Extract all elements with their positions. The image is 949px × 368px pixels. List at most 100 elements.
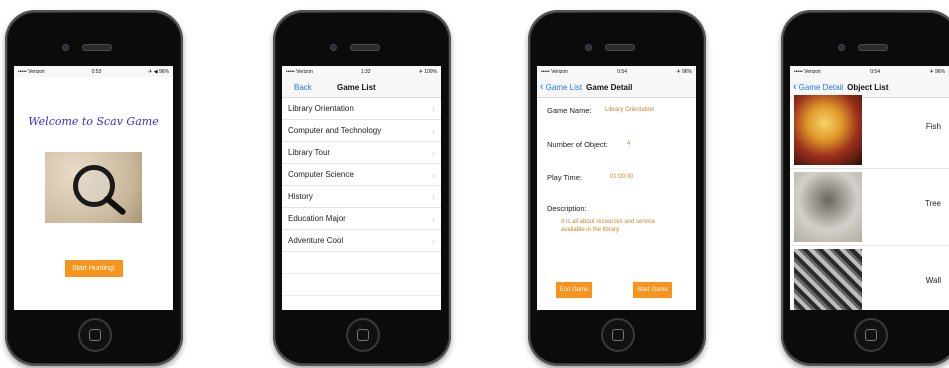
game-name-label: Game Name: xyxy=(547,106,592,115)
object-row-tree[interactable]: Tree xyxy=(790,169,949,246)
battery-label: ✈ 96% xyxy=(929,68,945,75)
earpiece-speaker xyxy=(82,44,112,51)
game-label: Computer and Technology xyxy=(288,126,382,135)
game-label: Adventure Cool xyxy=(288,236,344,245)
chevron-right-icon: › xyxy=(432,213,435,224)
carrier-label: ••••• Verizon xyxy=(794,68,821,75)
back-button[interactable]: Back xyxy=(282,83,312,92)
clock-label: 0:54 xyxy=(617,68,627,75)
game-row[interactable]: Computer and Technology › xyxy=(282,120,441,142)
earpiece-speaker xyxy=(858,44,888,51)
back-label: Game Detail xyxy=(798,82,844,92)
earpiece-speaker xyxy=(605,44,635,51)
description-value: It is all about resources and service av… xyxy=(561,219,656,233)
home-square-icon xyxy=(865,329,877,341)
chevron-left-icon: ‹ xyxy=(540,80,544,93)
description-label: Description: xyxy=(547,204,587,213)
game-list-screen: ••••• Verizon 1:32 ✈ 100% Back Game List… xyxy=(282,66,441,310)
front-camera xyxy=(330,44,337,51)
chevron-right-icon: › xyxy=(432,169,435,180)
start-hunting-button[interactable]: Start Hunting! xyxy=(64,260,123,277)
game-label: Library Tour xyxy=(288,148,331,157)
home-button[interactable] xyxy=(78,318,112,352)
home-button[interactable] xyxy=(346,318,380,352)
carrier-label: ••••• Verizon xyxy=(541,68,568,75)
game-label: Computer Science xyxy=(288,170,354,179)
chevron-right-icon: › xyxy=(432,103,435,114)
back-button[interactable]: ‹ Game List xyxy=(537,80,583,93)
game-label: History xyxy=(288,192,313,201)
carrier-label: ••••• Verizon xyxy=(18,68,45,75)
phone-object-list: ••••• Verizon 0:54 ✈ 96% ‹ Game Detail Ob… xyxy=(781,10,949,366)
status-bar: ••••• Verizon 0:53 ✈ ◀ 96% xyxy=(14,66,173,77)
object-row-wall[interactable]: Wall xyxy=(790,246,949,310)
clock-label: 1:32 xyxy=(360,68,371,75)
empty-row xyxy=(282,296,441,310)
object-count-value: 4 xyxy=(627,141,631,147)
home-button[interactable] xyxy=(601,318,635,352)
start-game-button[interactable]: Start Game xyxy=(633,282,672,298)
phone-game-detail: ••••• Verizon 0:54 ✈ 96% ‹ Game List Game… xyxy=(528,10,706,366)
game-list: Library Orientation › Computer and Techno… xyxy=(282,98,441,310)
object-label: Fish xyxy=(925,122,941,131)
back-button[interactable]: ‹ Game Detail xyxy=(790,80,844,93)
fish-photo xyxy=(794,95,862,165)
home-square-icon xyxy=(89,329,101,341)
front-camera xyxy=(838,44,845,51)
object-list-screen: ••••• Verizon 0:54 ✈ 96% ‹ Game Detail Ob… xyxy=(790,66,949,310)
game-row[interactable]: Computer Science › xyxy=(282,164,441,186)
game-row[interactable]: Library Tour › xyxy=(282,142,441,164)
clock-label: 0:53 xyxy=(91,68,102,75)
play-time-value: 01:00:00 xyxy=(610,174,634,180)
carrier-label: ••••• Verizon xyxy=(286,68,313,75)
chevron-right-icon: › xyxy=(432,235,435,246)
nav-title: Game Detail xyxy=(586,82,633,92)
game-row[interactable]: Education Major › xyxy=(282,208,441,230)
front-camera xyxy=(62,44,69,51)
game-row[interactable]: Library Orientation › xyxy=(282,98,441,120)
welcome-screen: ••••• Verizon 0:53 ✈ ◀ 96% Welcome to Sc… xyxy=(14,66,173,310)
play-time-label: Play Time: xyxy=(547,173,583,182)
earpiece-speaker xyxy=(350,44,380,51)
home-square-icon xyxy=(357,329,369,341)
game-name-value: Library Orientation xyxy=(605,107,655,113)
object-row-fish[interactable]: Fish xyxy=(790,92,949,169)
battery-label: ✈ 96% xyxy=(676,68,692,75)
nav-title: Object List xyxy=(847,82,889,92)
wall-photo xyxy=(794,249,862,310)
battery-label: ✈ ◀ 96% xyxy=(148,68,169,75)
chevron-right-icon: › xyxy=(432,147,435,158)
chevron-left-icon: ‹ xyxy=(793,80,797,93)
object-list: Fish Tree Wall xyxy=(790,92,949,310)
magnifier-handle xyxy=(103,194,127,217)
battery-label: ✈ 100% xyxy=(418,68,437,75)
status-bar: ••••• Verizon 1:32 ✈ 100% xyxy=(282,66,441,77)
empty-row xyxy=(282,274,441,296)
back-label: Game List xyxy=(545,82,583,92)
object-label: Wall xyxy=(925,276,941,285)
game-detail-screen: ••••• Verizon 0:54 ✈ 96% ‹ Game List Game… xyxy=(537,66,696,310)
game-label: Library Orientation xyxy=(288,104,354,113)
navigation-bar: Back Game List xyxy=(282,77,441,98)
status-bar: ••••• Verizon 0:54 ✈ 96% xyxy=(537,66,696,77)
game-row[interactable]: Adventure Cool › xyxy=(282,230,441,252)
empty-row xyxy=(282,252,441,274)
status-bar: ••••• Verizon 0:54 ✈ 96% xyxy=(790,66,949,77)
object-label: Tree xyxy=(924,199,941,208)
magnifying-glass-image xyxy=(45,152,142,223)
home-square-icon xyxy=(612,329,624,341)
front-camera xyxy=(585,44,592,51)
game-label: Education Major xyxy=(288,214,346,223)
end-game-button[interactable]: End Game xyxy=(556,282,592,298)
navigation-bar: ‹ Game List Game Detail xyxy=(537,77,696,98)
phone-game-list: ••••• Verizon 1:32 ✈ 100% Back Game List… xyxy=(273,10,451,366)
chevron-right-icon: › xyxy=(432,125,435,136)
nav-title: Game List xyxy=(337,82,376,92)
detail-body: Game Name: Library Orientation Number of… xyxy=(537,98,696,310)
object-count-label: Number of Object: xyxy=(547,140,608,149)
home-button[interactable] xyxy=(854,318,888,352)
game-row[interactable]: History › xyxy=(282,186,441,208)
chevron-right-icon: › xyxy=(432,191,435,202)
clock-label: 0:54 xyxy=(870,68,880,75)
welcome-title: Welcome to Scav Game xyxy=(28,115,159,128)
